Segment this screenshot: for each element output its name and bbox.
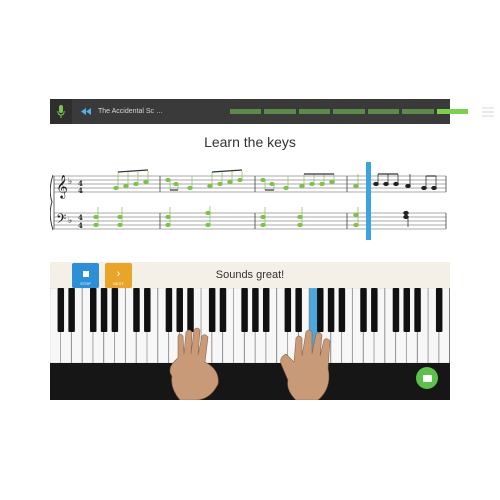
treble-clef: 𝄞 — [56, 174, 68, 199]
time-sig-treble-b: 4 — [78, 186, 83, 195]
progress-segment — [402, 109, 434, 114]
chevron-right-icon: › — [116, 268, 121, 280]
stop-button[interactable]: STOP — [72, 263, 99, 288]
beams-upcoming — [378, 173, 436, 177]
next-label: NEXT — [113, 281, 124, 286]
progress-segment — [436, 109, 468, 114]
stop-label: STOP — [80, 281, 91, 286]
hamburger-menu-icon[interactable] — [476, 99, 500, 124]
progress-segment — [298, 109, 331, 114]
song-title[interactable]: The Accidental Sc … — [98, 99, 218, 124]
bass-notes-upcoming — [403, 210, 409, 227]
brace — [50, 174, 54, 231]
progress-segment — [367, 109, 400, 114]
left-hand — [169, 327, 219, 400]
lesson-panel: Sounds great! STOP › NEXT — [50, 262, 450, 400]
playhead — [366, 162, 371, 240]
progress-segment — [333, 109, 365, 114]
page-heading: Learn the keys — [204, 134, 296, 150]
chat-bubble-icon — [422, 374, 432, 382]
right-hand — [280, 329, 331, 400]
player-hands — [169, 327, 331, 400]
key-flat-bass: ♭ — [68, 216, 72, 226]
bass-clef: 𝄢 — [56, 211, 66, 230]
bass-notes-played — [93, 206, 359, 228]
song-progress-bar[interactable] — [230, 109, 468, 114]
microphone-icon[interactable] — [50, 99, 72, 124]
stop-square-icon — [82, 271, 89, 277]
rewind-icon[interactable] — [78, 99, 94, 124]
sheet-music: 𝄞 𝄢 ♭ ♭ 4 4 4 4 — [50, 162, 447, 240]
key-flat-treble: ♭ — [68, 177, 72, 187]
bass-staff — [54, 212, 446, 230]
chat-button[interactable] — [416, 367, 438, 389]
time-sig-bass-b: 4 — [78, 221, 83, 230]
progress-segment — [230, 109, 262, 114]
top-bar: The Accidental Sc … — [50, 99, 494, 124]
progress-segment — [264, 109, 296, 114]
next-button[interactable]: › NEXT — [105, 263, 132, 288]
